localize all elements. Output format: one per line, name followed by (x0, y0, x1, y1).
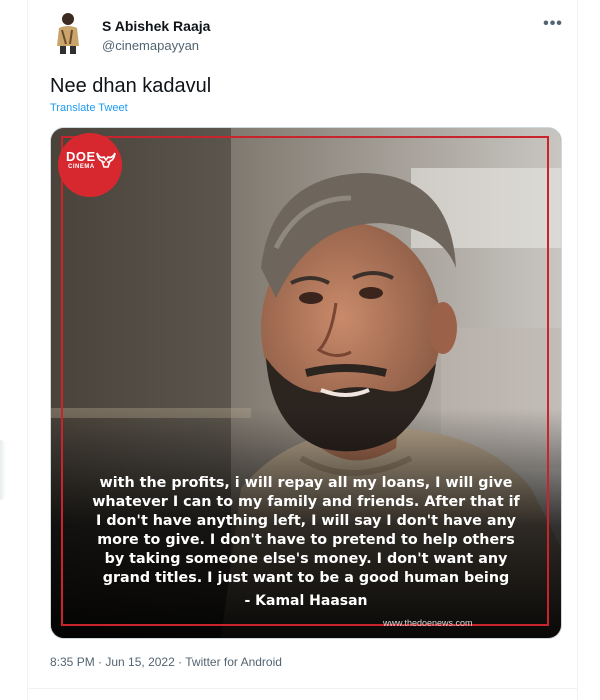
column-border-left (27, 0, 28, 700)
quote-line: more to give. I don't have to pretend to… (97, 532, 515, 548)
doe-cinema-logo: DOE CINEMA (58, 133, 122, 197)
separator: · (94, 655, 106, 669)
website-watermark: www.thedoenews.com (383, 618, 473, 628)
tweet-text: Nee dhan kadavul (50, 75, 212, 97)
column-border-right (577, 0, 578, 700)
author-handle[interactable]: @cinemapayyan (102, 38, 199, 53)
separator: · (174, 655, 186, 669)
quote-line: whatever I can to my family and friends.… (92, 494, 520, 510)
tweet-timestamp: 8:35 PM · Jun 15, 2022 · Twitter for And… (50, 655, 282, 669)
author-avatar[interactable] (50, 10, 86, 54)
tweet-time[interactable]: 8:35 PM (50, 655, 95, 669)
bull-logo-icon (96, 152, 116, 168)
tweet-source[interactable]: Twitter for Android (185, 655, 282, 669)
quote-line: by taking someone else's money. I don't … (104, 551, 508, 567)
logo-subtext: CINEMA (68, 164, 95, 170)
more-options-button[interactable]: ••• (541, 14, 565, 34)
bottom-divider (27, 688, 578, 689)
quote-attribution: - Kamal Haasan (244, 593, 368, 609)
author-name[interactable]: S Abishek Raaja (102, 18, 210, 34)
quote-line: grand titles. I just want to be a good h… (102, 570, 510, 586)
tweet-date[interactable]: Jun 15, 2022 (105, 655, 174, 669)
logo-text: DOE (66, 149, 96, 164)
quote-text: with the profits, i will repay all my lo… (51, 474, 561, 588)
quote-line: with the profits, i will repay all my lo… (99, 475, 513, 491)
edge-shadow (0, 440, 6, 500)
tweet-media-image[interactable]: DOE CINEMA with the profits, i will repa… (50, 127, 562, 639)
quote-line: I don't have anything left, I will say I… (96, 513, 516, 529)
translate-tweet-link[interactable]: Translate Tweet (50, 102, 128, 114)
